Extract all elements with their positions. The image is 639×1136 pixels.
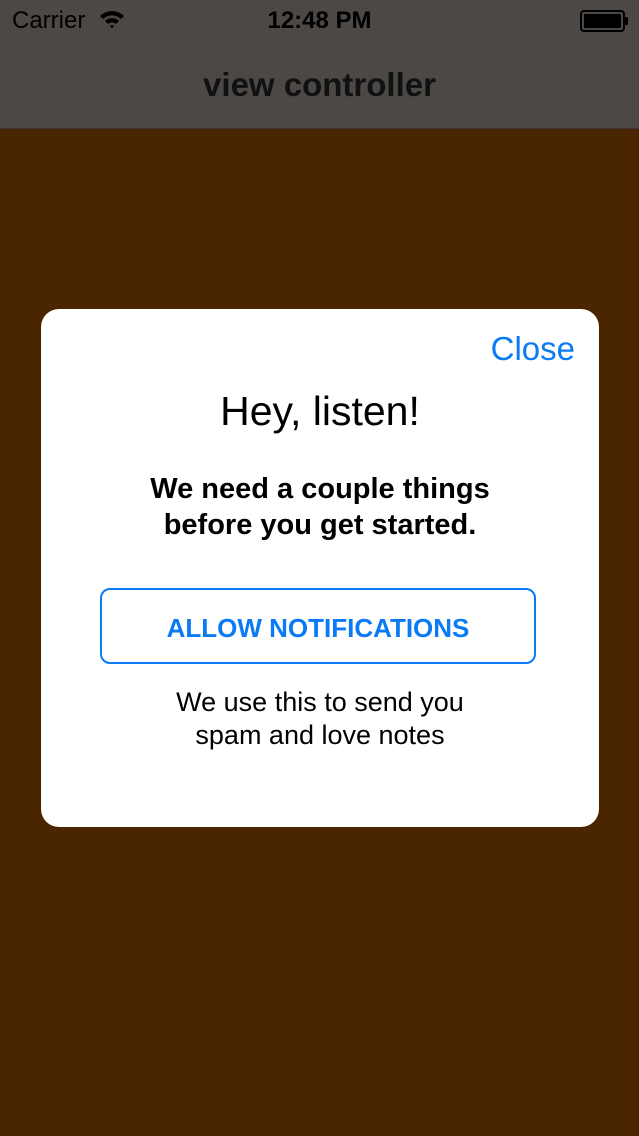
allow-notifications-button[interactable]: ALLOW NOTIFICATIONS (100, 588, 536, 664)
dialog-subtitle-line: We need a couple things (150, 473, 490, 505)
dialog-subtitle-line: before you get started. (163, 509, 477, 541)
notification-explainer: We use this to send you spam and love no… (81, 686, 559, 752)
dialog-title: Hey, listen! (220, 388, 420, 434)
status-bar: Carrier 12:48 PM (0, 0, 639, 40)
notification-permission-dialog: Close Hey, listen! We need a couple thin… (41, 309, 599, 827)
close-button[interactable]: Close (491, 329, 575, 369)
dialog-subtitle: We need a couple things before you get s… (71, 471, 569, 543)
nav-title: view controller (203, 66, 436, 103)
battery-full-icon (580, 10, 628, 32)
top-bar: Carrier 12:48 PM view controller (0, 0, 639, 129)
app-screen: Carrier 12:48 PM view controller Close H… (0, 0, 639, 1136)
status-time: 12:48 PM (267, 7, 372, 34)
explainer-line: spam and love notes (195, 720, 445, 750)
explainer-line: We use this to send you (176, 687, 464, 717)
